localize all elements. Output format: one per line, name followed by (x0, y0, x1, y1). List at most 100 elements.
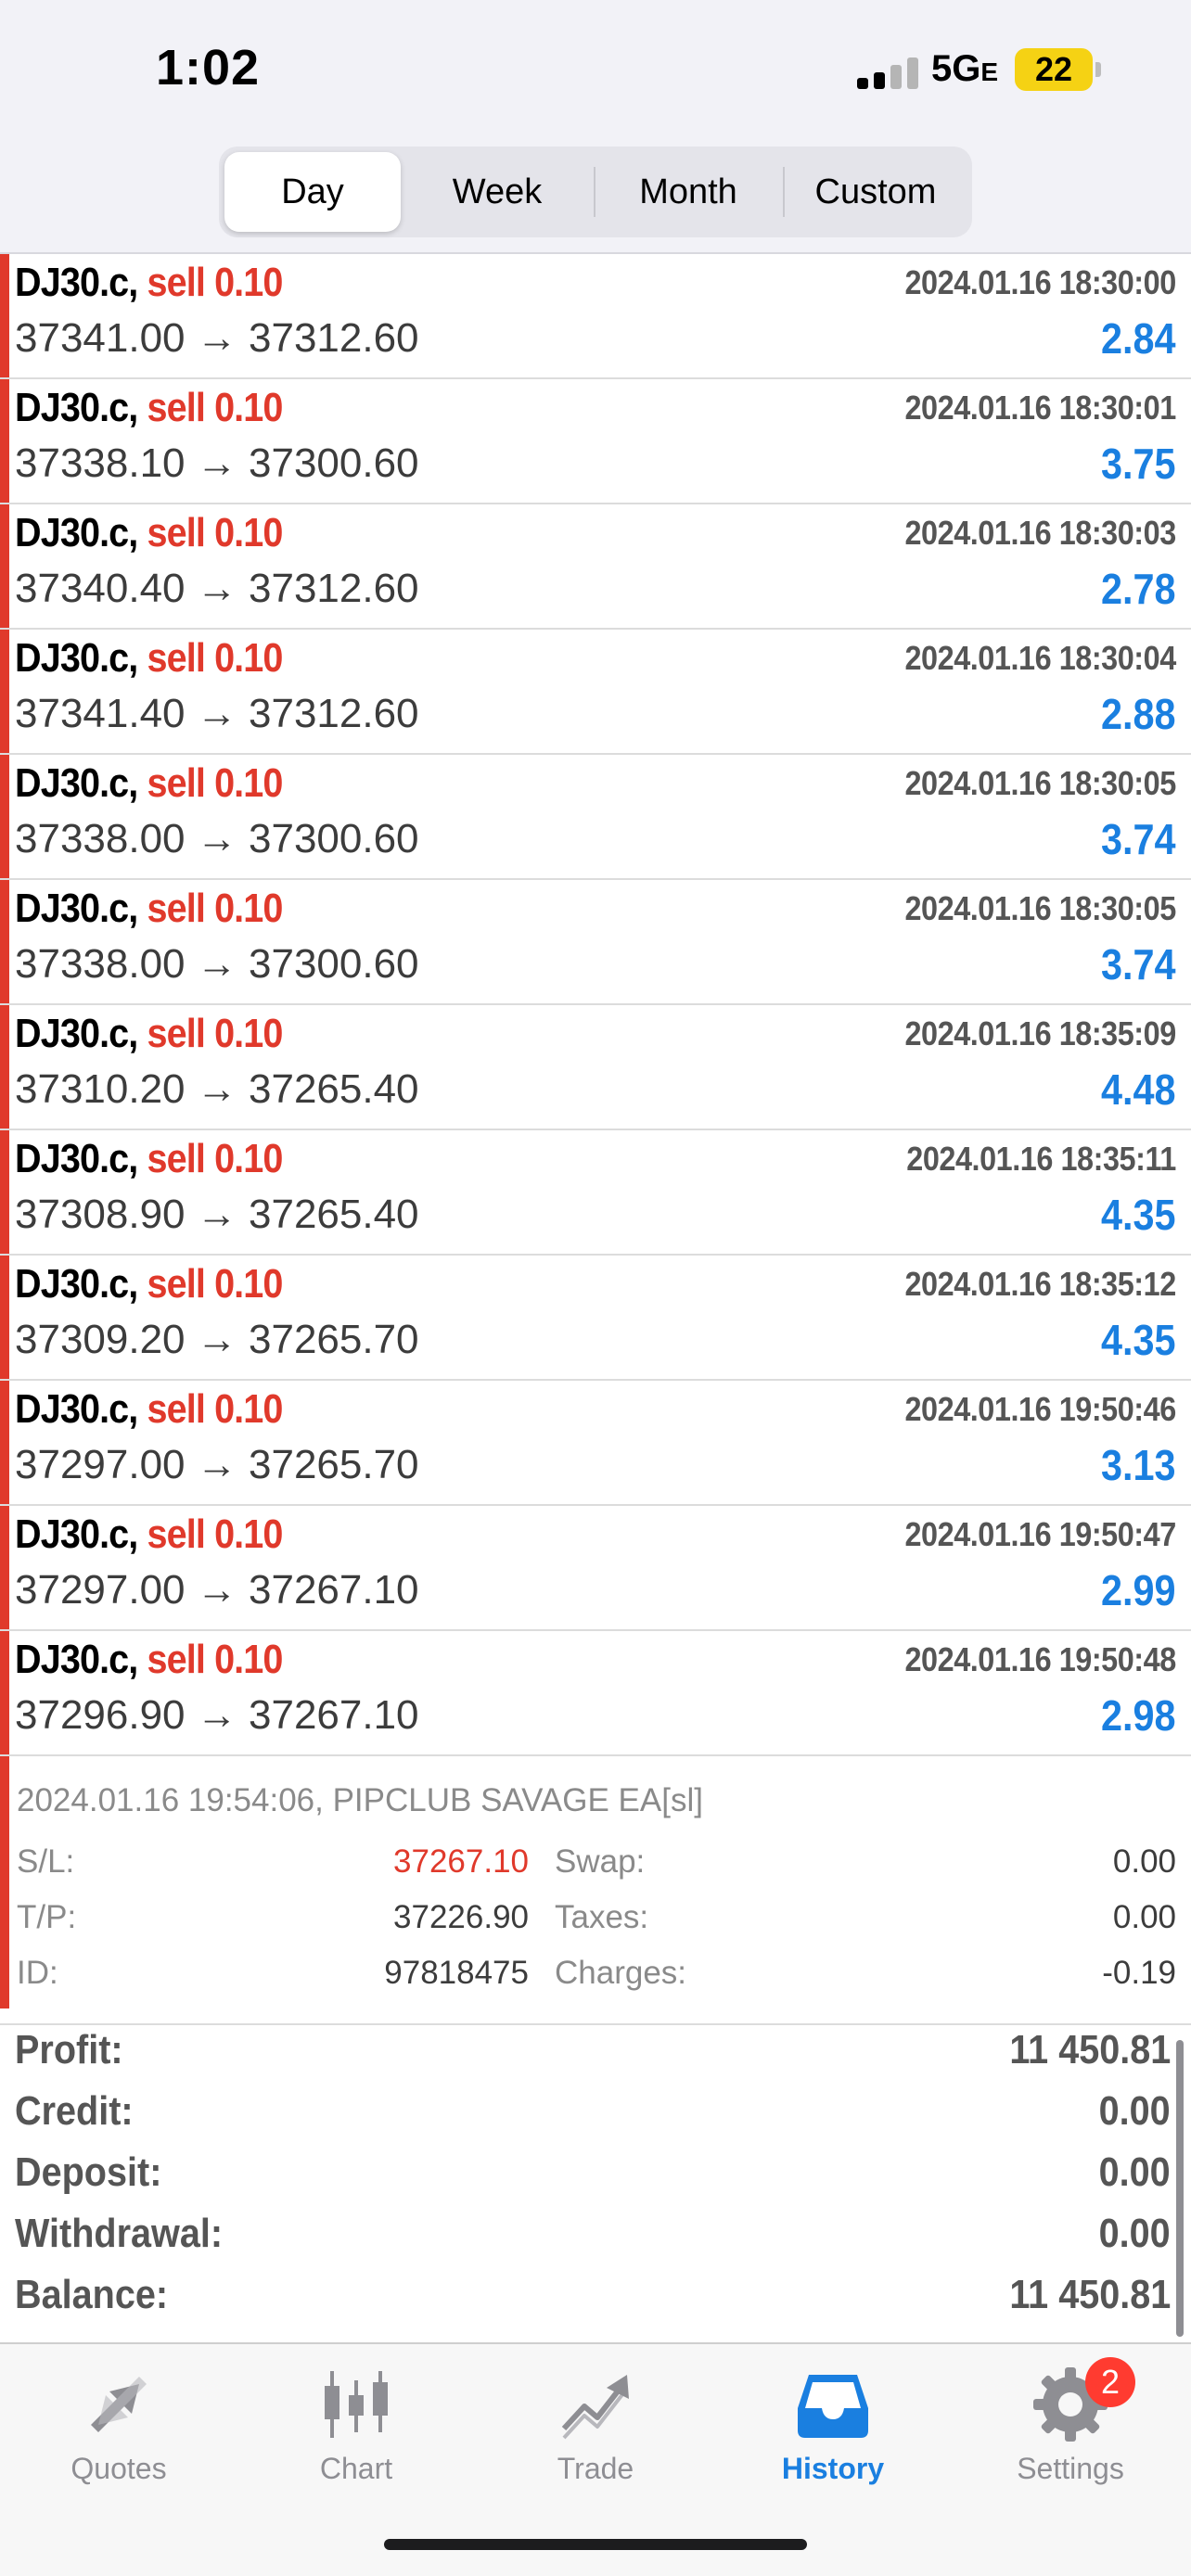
symbol-name: DJ30.c, (15, 260, 138, 305)
arrow-icon: → (196, 691, 237, 736)
open-price: 37341.40 (15, 691, 186, 736)
close-price: 37312.60 (249, 315, 419, 361)
deal-prices: 37338.10 → 37300.60 (15, 440, 419, 487)
deal-time: 2024.01.16 18:30:00 (904, 263, 1177, 301)
open-price: 37310.20 (15, 1066, 186, 1112)
deal-row[interactable]: DJ30.c, sell 0.10 2024.01.16 19:50:47 3729… (0, 1506, 1191, 1631)
deal-type: sell 0.10 (147, 1386, 284, 1432)
close-price: 37312.60 (249, 691, 419, 736)
deal-profit: 2.99 (1101, 1566, 1176, 1614)
charges-label: Charges: (555, 1955, 687, 1991)
deal-prices: 37296.90 → 37267.10 (15, 1692, 419, 1739)
symbol-name: DJ30.c, (15, 1136, 138, 1181)
arrow-icon: → (196, 1066, 237, 1112)
close-price: 37267.10 (249, 1567, 419, 1613)
scroll-indicator[interactable] (1176, 2040, 1184, 2337)
deal-profit: 2.98 (1101, 1691, 1176, 1740)
arrow-icon: → (196, 941, 237, 987)
deal-row[interactable]: DJ30.c, sell 0.10 2024.01.16 18:35:11 3730… (0, 1130, 1191, 1256)
account-summary: Profit: 11 450.81 Credit: 0.00 Deposit: … (0, 2009, 1191, 2342)
close-price: 37312.60 (249, 566, 419, 611)
deal-type: sell 0.10 (147, 1011, 284, 1056)
deal-row[interactable]: DJ30.c, sell 0.10 2024.01.16 18:30:05 3733… (0, 755, 1191, 880)
deal-prices: 37341.40 → 37312.60 (15, 691, 419, 737)
open-price: 37338.00 (15, 816, 186, 861)
deal-row[interactable]: DJ30.c, sell 0.10 2024.01.16 19:50:46 3729… (0, 1381, 1191, 1506)
tab-trade[interactable]: Trade (503, 2363, 688, 2486)
deal-list: DJ30.c, sell 0.10 2024.01.16 18:30:00 3734… (0, 254, 1191, 2025)
close-price: 37300.60 (249, 941, 419, 987)
quotes-icon (26, 2363, 211, 2446)
deal-time: 2024.01.16 19:50:48 (904, 1640, 1177, 1678)
open-price: 37297.00 (15, 1567, 186, 1613)
period-custom[interactable]: Custom (785, 152, 967, 232)
home-indicator[interactable] (384, 2539, 807, 2550)
tab-history[interactable]: History (740, 2363, 926, 2486)
deal-comment: 2024.01.16 19:54:06, PIPCLUB SAVAGE EA[s… (17, 1782, 703, 1818)
deal-profit: 4.35 (1101, 1316, 1176, 1364)
deal-time: 2024.01.16 18:35:12 (904, 1265, 1177, 1303)
deal-symbol: DJ30.c, sell 0.10 (15, 1386, 283, 1433)
gear-icon (978, 2363, 1163, 2446)
deal-symbol: DJ30.c, sell 0.10 (15, 1511, 283, 1558)
sl-value: 37267.10 (393, 1843, 529, 1880)
deal-type: sell 0.10 (147, 760, 284, 806)
deal-type: sell 0.10 (147, 635, 284, 681)
deal-prices: 37297.00 → 37267.10 (15, 1567, 419, 1613)
period-day[interactable]: Day (224, 152, 401, 232)
deal-row[interactable]: DJ30.c, sell 0.10 2024.01.16 18:35:12 3730… (0, 1256, 1191, 1381)
period-week[interactable]: Week (404, 152, 590, 232)
close-price: 37300.60 (249, 440, 419, 486)
tab-settings[interactable]: 2 Settings (978, 2357, 1163, 2486)
taxes-value: 0.00 (1112, 1899, 1176, 1935)
arrow-icon: → (196, 1317, 237, 1362)
symbol-name: DJ30.c, (15, 1386, 138, 1432)
deal-profit: 4.48 (1101, 1065, 1176, 1114)
deal-row[interactable]: DJ30.c, sell 0.10 2024.01.16 18:30:01 3733… (0, 379, 1191, 504)
deal-symbol: DJ30.c, sell 0.10 (15, 260, 283, 306)
deal-profit: 4.35 (1101, 1191, 1176, 1239)
open-price: 37338.00 (15, 941, 186, 987)
open-price: 37309.20 (15, 1317, 186, 1362)
symbol-name: DJ30.c, (15, 1637, 138, 1682)
deal-type: sell 0.10 (147, 385, 284, 430)
withdrawal-label: Withdrawal: (15, 2211, 224, 2256)
close-price: 37265.40 (249, 1066, 419, 1112)
deal-prices: 37297.00 → 37265.70 (15, 1442, 419, 1488)
battery-tip (1095, 62, 1101, 77)
deal-row[interactable]: DJ30.c, sell 0.10 2024.01.16 18:30:03 3734… (0, 504, 1191, 630)
summary-row-withdrawal: Withdrawal: 0.00 (0, 2211, 1191, 2272)
arrow-icon: → (196, 1692, 237, 1738)
deal-time: 2024.01.16 18:30:03 (904, 514, 1177, 552)
deal-prices: 37309.20 → 37265.70 (15, 1317, 419, 1363)
deal-profit: 3.74 (1101, 940, 1176, 988)
sl-label: S/L: (17, 1843, 75, 1880)
deal-time: 2024.01.16 18:35:09 (904, 1014, 1177, 1052)
period-month[interactable]: Month (596, 152, 781, 232)
swap-value: 0.00 (1112, 1843, 1176, 1880)
credit-value: 0.00 (1098, 2088, 1171, 2134)
deal-symbol: DJ30.c, sell 0.10 (15, 886, 283, 932)
tab-quotes[interactable]: Quotes (26, 2363, 211, 2486)
arrow-icon: → (196, 1192, 237, 1237)
deal-row[interactable]: DJ30.c, sell 0.10 2024.01.16 18:30:05 3733… (0, 880, 1191, 1005)
deal-row[interactable]: DJ30.c, sell 0.10 2024.01.16 18:30:04 3734… (0, 630, 1191, 755)
open-price: 37296.90 (15, 1692, 186, 1738)
tab-chart[interactable]: Chart (263, 2363, 449, 2486)
arrow-icon: → (196, 1567, 237, 1613)
deal-row[interactable]: DJ30.c, sell 0.10 2024.01.16 18:35:09 3731… (0, 1005, 1191, 1130)
deal-row[interactable]: DJ30.c, sell 0.10 2024.01.16 19:50:48 3729… (0, 1631, 1191, 1756)
deal-row[interactable]: DJ30.c, sell 0.10 2024.01.16 18:30:00 3734… (0, 254, 1191, 379)
tp-label: T/P: (17, 1899, 77, 1935)
trade-icon (503, 2363, 688, 2446)
open-price: 37297.00 (15, 1442, 186, 1487)
deal-profit: 3.75 (1101, 440, 1176, 488)
charges-value: -0.19 (1102, 1955, 1176, 1991)
deal-time: 2024.01.16 18:30:04 (904, 639, 1177, 677)
summary-row-profit: Profit: 11 450.81 (0, 2027, 1191, 2088)
deposit-value: 0.00 (1098, 2149, 1171, 2195)
taxes-label: Taxes: (555, 1899, 649, 1935)
close-price: 37265.70 (249, 1317, 419, 1362)
open-price: 37308.90 (15, 1192, 186, 1237)
deal-time: 2024.01.16 19:50:46 (904, 1390, 1177, 1428)
